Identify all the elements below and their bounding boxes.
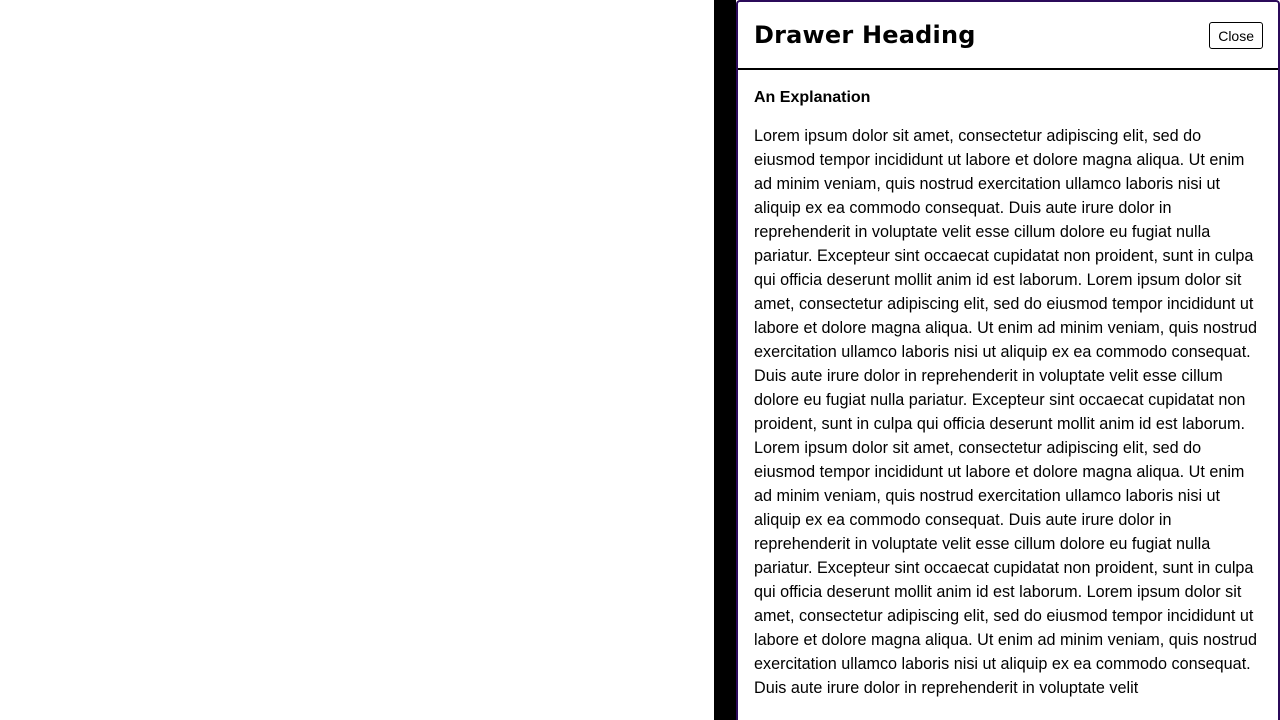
- body-text: Lorem ipsum dolor sit amet, consectetur …: [754, 127, 1257, 697]
- drawer-overlay-strip: [714, 0, 736, 720]
- drawer-body: An Explanation Lorem ipsum dolor sit ame…: [738, 70, 1278, 700]
- page-background: [0, 0, 714, 720]
- drawer-header: Drawer Heading Close: [738, 2, 1278, 70]
- drawer-panel: Drawer Heading Close An Explanation Lore…: [736, 0, 1280, 720]
- section-heading: An Explanation: [754, 89, 871, 106]
- close-button[interactable]: Close: [1209, 22, 1263, 49]
- drawer-title: Drawer Heading: [754, 21, 976, 49]
